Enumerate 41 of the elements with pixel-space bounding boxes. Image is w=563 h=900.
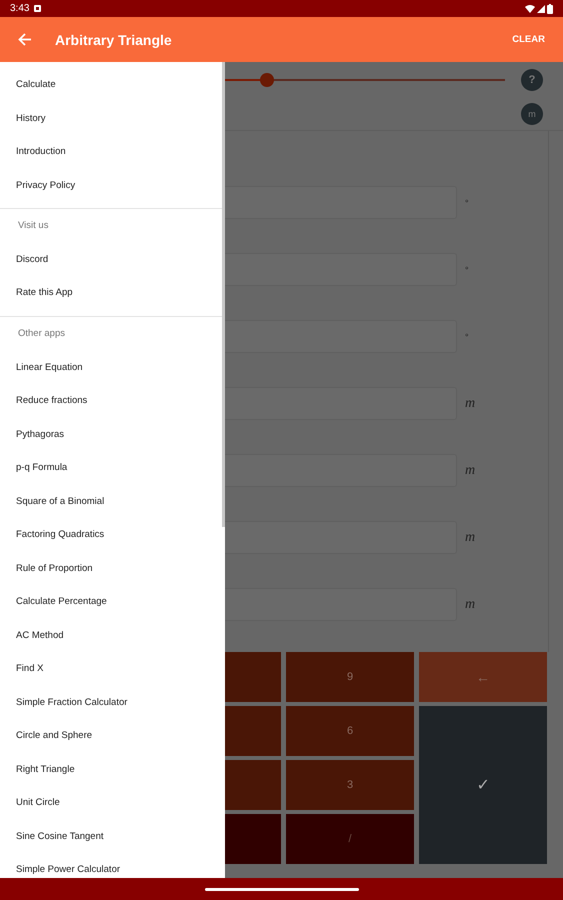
menu-item[interactable]: Simple Fraction Calculator — [0, 685, 225, 719]
back-arrow-icon[interactable] — [18, 33, 32, 46]
menu-item[interactable]: Sine Cosine Tangent — [0, 819, 225, 853]
menu-item[interactable]: Discord — [0, 242, 225, 276]
screen-title: Arbitrary Triangle — [55, 32, 173, 48]
status-time: 3:43 — [10, 3, 30, 14]
gesture-handle[interactable] — [204, 888, 358, 890]
unit-label: ° — [465, 198, 469, 208]
confirm-key[interactable]: ✓ — [419, 706, 547, 864]
signal-icon — [537, 4, 545, 12]
menu-item[interactable]: Factoring Quadratics — [0, 518, 225, 552]
menu-item[interactable]: Unit Circle — [0, 786, 225, 820]
menu-item[interactable]: Rate this App — [0, 276, 225, 310]
menu-item[interactable]: Introduction — [0, 135, 225, 168]
menu-item[interactable]: Rule of Proportion — [0, 551, 225, 585]
unit-label: ° — [465, 264, 469, 274]
menu-item[interactable]: Linear Equation — [0, 350, 225, 384]
menu-item[interactable]: Simple Power Calculator — [0, 852, 225, 878]
section-header: Other apps — [17, 327, 66, 342]
menu-item[interactable]: Right Triangle — [0, 752, 225, 786]
menu-item[interactable]: Pythagoras — [0, 417, 225, 451]
menu-item[interactable]: Circle and Sphere — [0, 718, 225, 752]
unit-label: m — [465, 530, 476, 546]
battery-icon — [547, 4, 553, 14]
unit-label: m — [465, 396, 476, 412]
section-header: Visit us — [17, 219, 50, 234]
menu-item[interactable]: Find X — [0, 652, 225, 686]
menu-item[interactable]: p-q Formula — [0, 450, 225, 484]
notification-icon — [34, 5, 42, 12]
menu-item[interactable]: Calculate Percentage — [0, 584, 225, 618]
menu-item[interactable]: Calculate — [0, 68, 225, 102]
menu-item[interactable]: History — [0, 102, 225, 135]
wifi-icon — [525, 4, 535, 12]
menu-item[interactable]: Reduce fractions — [0, 384, 225, 418]
menu-item[interactable]: AC Method — [0, 618, 225, 652]
slider-thumb[interactable] — [260, 72, 274, 86]
menu-item[interactable]: Privacy Policy — [0, 168, 225, 202]
unit-label: m — [465, 596, 476, 612]
unit-label: m — [465, 462, 476, 478]
menu-item[interactable]: Square of a Binomial — [0, 484, 225, 518]
unit-label: ° — [465, 332, 469, 342]
